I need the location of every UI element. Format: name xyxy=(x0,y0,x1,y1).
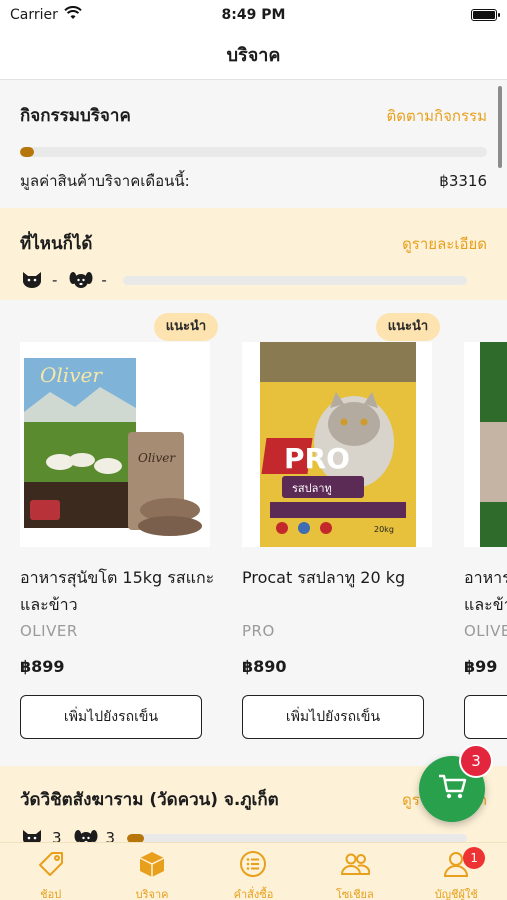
product-card[interactable]: อาหาร และข้า OLIVE ฿99 xyxy=(464,300,507,760)
donate-screen: Carrier 8:49 PM บริจาค กิจกรรมบริจาค ติด… xyxy=(0,0,507,900)
status-bar: Carrier 8:49 PM xyxy=(0,0,507,30)
box-icon xyxy=(137,849,167,883)
wifi-icon xyxy=(64,6,82,24)
cart-button[interactable]: 3 xyxy=(419,744,493,822)
follow-activity-link[interactable]: ติดตามกิจกรรม xyxy=(387,104,488,128)
anywhere-title: ที่ไหนก็ได้ xyxy=(20,234,93,254)
page-title: บริจาค xyxy=(226,45,281,66)
product-price: ฿890 xyxy=(242,657,287,676)
temple-title: วัดวิชิตสังฆาราม (วัดควน) จ.ภูเก็ต xyxy=(20,790,279,810)
tab-label: บัญชีผู้ใช้ xyxy=(434,888,478,900)
product-image xyxy=(464,342,507,547)
battery-icon xyxy=(471,9,500,21)
product-name: Procat รสปลาทู 20 kg xyxy=(242,568,406,587)
tab-account[interactable]: บัญชีผู้ใช้ 1 xyxy=(411,847,501,900)
product-name: อาหาร และข้า xyxy=(464,568,507,614)
donation-value: ฿3316 xyxy=(439,172,487,190)
anywhere-progress-bar xyxy=(122,275,467,285)
cat-count: - xyxy=(52,271,58,289)
svg-text:รสปลาทู: รสปลาทู xyxy=(292,482,332,495)
anywhere-details-link[interactable]: ดูรายละเอียด xyxy=(402,232,487,256)
product-price: ฿99 xyxy=(464,657,498,676)
account-badge: 1 xyxy=(463,847,486,869)
donation-activity-section: กิจกรรมบริจาค ติดตามกิจกรรม มูลค่าสินค้า… xyxy=(0,80,507,208)
cart-icon xyxy=(437,773,467,805)
product-card[interactable]: แนะนำ PRO รสปลาทู 20kg Procat รสปลาทู 20… xyxy=(242,300,442,760)
cat-icon xyxy=(20,269,44,291)
tab-label: โซเชียล xyxy=(335,888,374,900)
tab-bar: ช้อป บริจาค คำสั่งซื้อ โซเชียล บัญชีผู้ใ… xyxy=(0,842,507,900)
dog-count: - xyxy=(101,271,107,289)
product-card[interactable]: แนะนำ Oliver Oliver อาหารสุนัขโต 15kg รส… xyxy=(20,300,220,760)
nav-bar: บริจาค xyxy=(0,30,507,80)
scrollbar[interactable] xyxy=(498,86,502,168)
tab-label: ช้อป xyxy=(40,888,62,900)
recommended-badge: แนะนำ xyxy=(154,313,218,341)
dog-icon xyxy=(69,269,93,291)
product-price: ฿899 xyxy=(20,657,65,676)
tag-icon xyxy=(36,849,66,883)
donation-value-label: มูลค่าสินค้าบริจาคเดือนนี้: xyxy=(20,172,190,190)
product-brand: OLIVE xyxy=(464,622,507,640)
svg-text:PRO: PRO xyxy=(284,442,350,475)
cart-count-badge: 3 xyxy=(459,744,493,778)
product-brand: OLIVER xyxy=(20,622,78,640)
svg-text:Oliver: Oliver xyxy=(40,363,103,387)
tab-label: คำสั่งซื้อ xyxy=(233,888,274,900)
list-icon xyxy=(238,849,268,883)
tab-label: บริจาค xyxy=(135,888,169,900)
product-brand: PRO xyxy=(242,622,275,640)
carrier-label: Carrier xyxy=(10,7,58,23)
tab-social[interactable]: โซเชียล xyxy=(310,849,400,900)
activity-progress-bar xyxy=(20,147,487,157)
anywhere-section: ที่ไหนก็ได้ ดูรายละเอียด - - xyxy=(0,208,507,300)
svg-text:20kg: 20kg xyxy=(374,525,394,534)
tab-donate[interactable]: บริจาค xyxy=(107,849,197,900)
add-to-cart-button[interactable] xyxy=(464,695,507,739)
tab-shop[interactable]: ช้อป xyxy=(6,849,96,900)
product-carousel[interactable]: แนะนำ Oliver Oliver อาหารสุนัขโต 15kg รส… xyxy=(0,300,507,766)
people-icon xyxy=(340,849,371,883)
activity-title: กิจกรรมบริจาค xyxy=(20,106,131,126)
product-image: Oliver Oliver xyxy=(20,342,210,547)
activity-progress-fill xyxy=(20,147,34,157)
product-image: PRO รสปลาทู 20kg xyxy=(242,342,432,547)
recommended-badge: แนะนำ xyxy=(376,313,440,341)
svg-text:Oliver: Oliver xyxy=(138,451,176,465)
product-name: อาหารสุนัขโต 15kg รสแกะและข้าว xyxy=(20,568,215,614)
tab-orders[interactable]: คำสั่งซื้อ xyxy=(208,849,298,900)
add-to-cart-button[interactable]: เพิ่มไปยังรถเข็น xyxy=(20,695,202,739)
add-to-cart-button[interactable]: เพิ่มไปยังรถเข็น xyxy=(242,695,424,739)
